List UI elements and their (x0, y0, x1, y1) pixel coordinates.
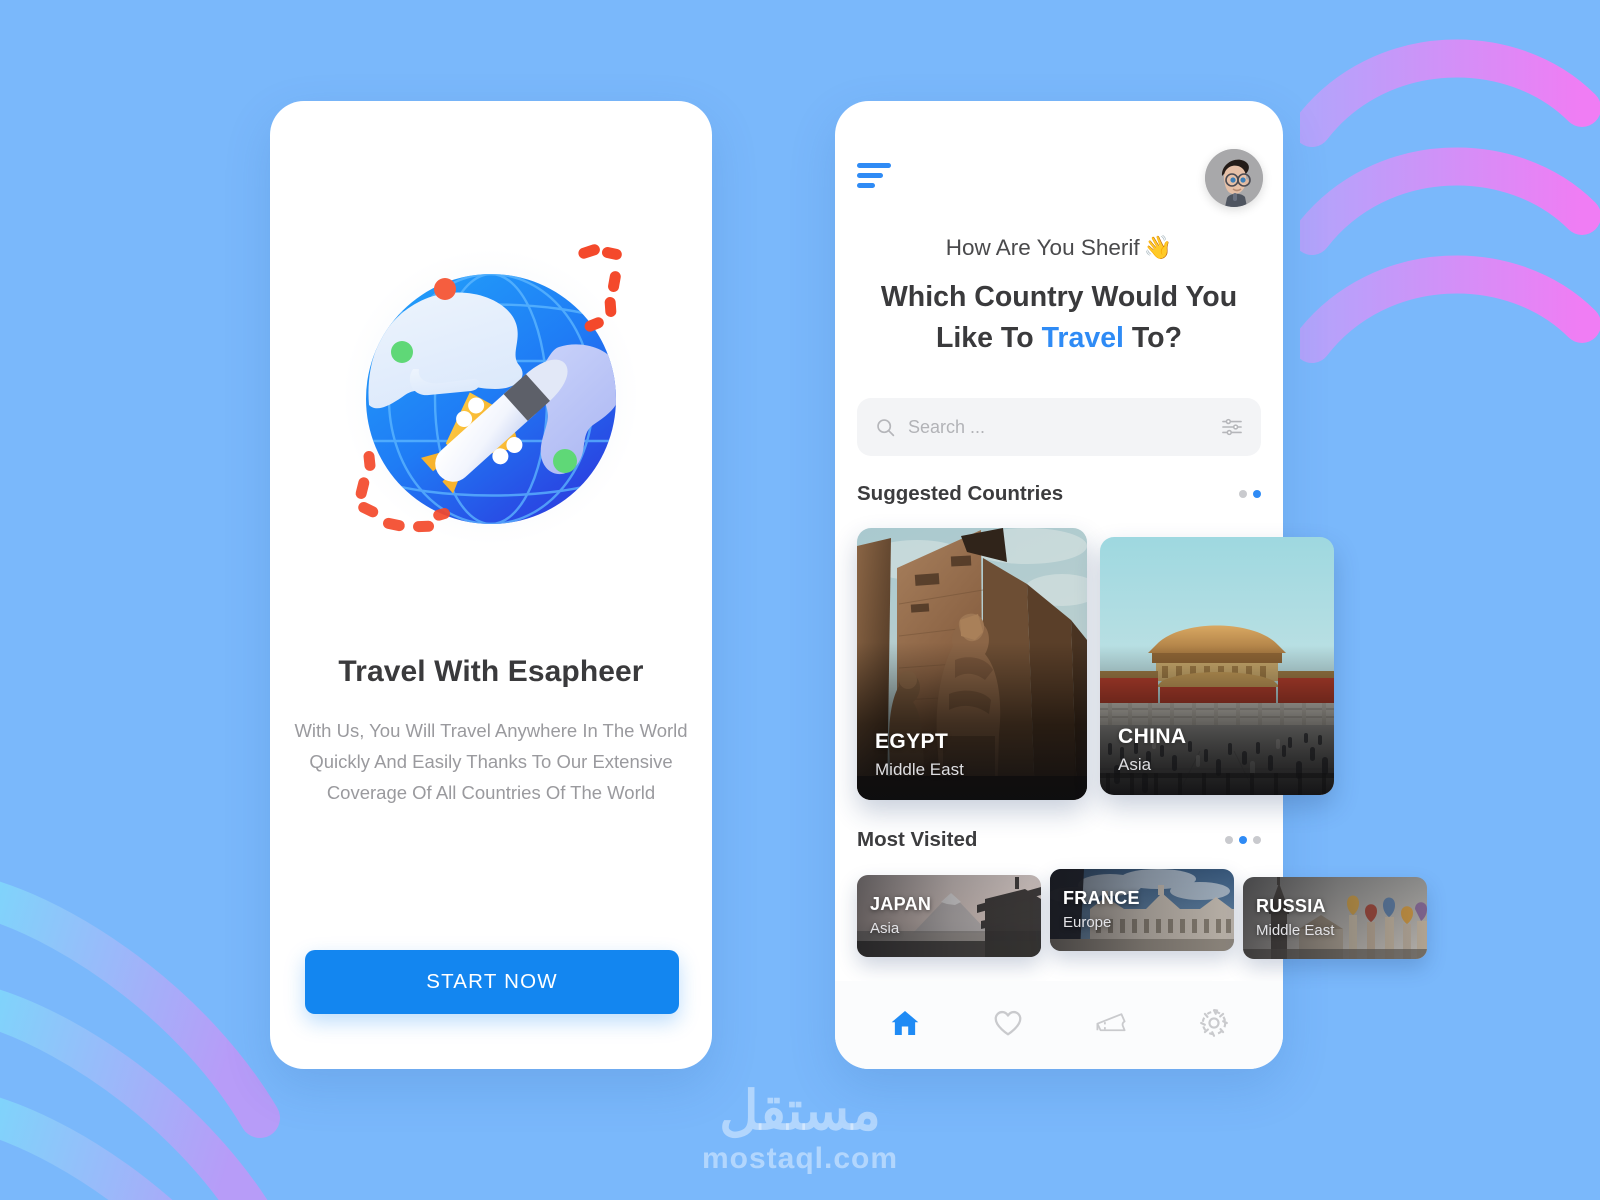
heart-icon (992, 1007, 1024, 1044)
globe-airplane-illustration (321, 229, 661, 559)
page-title-line1: Which Country Would You (880, 281, 1238, 313)
country-name: CHINA (1118, 725, 1187, 748)
country-name: RUSSIA (1256, 896, 1326, 916)
country-card-label: FRANCE Europe (1063, 888, 1140, 931)
page-title-suffix: To? (1123, 322, 1182, 354)
search-input[interactable] (908, 416, 1221, 438)
start-now-button[interactable]: START NOW (305, 950, 679, 1014)
hamburger-menu-icon[interactable] (857, 163, 891, 193)
search-icon (875, 417, 896, 438)
pager-dot-active[interactable] (1239, 836, 1247, 844)
country-name: JAPAN (870, 894, 932, 914)
country-card-egypt[interactable]: EGYPT Middle East (857, 528, 1087, 800)
country-name: FRANCE (1063, 888, 1140, 908)
search-bar[interactable] (857, 398, 1261, 456)
pager-dot-active[interactable] (1253, 490, 1261, 498)
suggested-countries-header: Suggested Countries (857, 482, 1261, 506)
watermark-latin: mostaql.com (701, 1142, 899, 1175)
country-region: Europe (1063, 914, 1112, 931)
country-card-japan[interactable]: JAPAN Asia (857, 875, 1041, 957)
waving-hand-icon: 👋 (1143, 234, 1173, 260)
country-card-russia[interactable]: RUSSIA Middle East (1243, 877, 1427, 959)
nav-item-favorites[interactable] (976, 997, 1040, 1053)
most-visited-header: Most Visited (857, 828, 1261, 852)
user-avatar[interactable] (1205, 149, 1263, 207)
wave-arcs-top-right (1300, 39, 1600, 363)
nav-item-settings[interactable] (1182, 997, 1246, 1053)
country-card-label: EGYPT Middle East (875, 730, 964, 780)
nav-item-tickets[interactable] (1079, 997, 1143, 1053)
gear-icon (1198, 1007, 1230, 1044)
onboarding-phone-mockup: Travel With Esapheer With Us, You Will T… (270, 101, 712, 1069)
most-visited-pager-dots[interactable] (1225, 836, 1261, 844)
country-card-china[interactable]: CHINA Asia (1100, 537, 1334, 795)
page-title-line2: Like To Travel To? (861, 318, 1257, 359)
page-title-prefix: Like To (935, 322, 1042, 354)
country-region: Asia (870, 920, 900, 937)
country-card-label: JAPAN Asia (870, 894, 931, 937)
watermark: مستقل mostaql.com (0, 1083, 1600, 1176)
page-title: Which Country Would You Like To Travel T… (861, 277, 1257, 359)
pager-dot[interactable] (1253, 836, 1261, 844)
nav-item-home[interactable] (873, 997, 937, 1053)
onboarding-description: With Us, You Will Travel Anywhere In The… (294, 720, 688, 803)
pager-dot[interactable] (1225, 836, 1233, 844)
app-header (857, 149, 1263, 211)
watermark-arabic: مستقل (719, 1081, 881, 1142)
home-icon (889, 1007, 921, 1044)
greeting-text: How Are You Sherif 👋 (835, 234, 1283, 261)
ticket-icon (1094, 1008, 1128, 1043)
country-name: EGYPT (875, 730, 949, 753)
country-card-label: CHINA Asia (1118, 725, 1187, 775)
background-decoration (0, 0, 1600, 1200)
suggested-countries-title: Suggested Countries (857, 482, 1064, 505)
onboarding-title: Travel With Esapheer (338, 655, 644, 688)
home-phone-mockup: How Are You Sherif 👋 Which Country Would … (835, 101, 1427, 1069)
greeting-label: How Are You Sherif (945, 235, 1140, 260)
pager-dot[interactable] (1239, 490, 1247, 498)
country-region: Asia (1118, 755, 1152, 774)
suggested-pager-dots[interactable] (1239, 490, 1261, 498)
bottom-navigation-bar (835, 981, 1283, 1069)
page-title-accent: Travel (1041, 322, 1124, 354)
country-card-france[interactable]: FRANCE Europe (1050, 869, 1234, 951)
country-region: Middle East (1256, 922, 1335, 939)
most-visited-title: Most Visited (857, 828, 978, 851)
country-region: Middle East (875, 760, 964, 779)
filter-sliders-icon[interactable] (1221, 417, 1243, 437)
country-card-label: RUSSIA Middle East (1256, 896, 1334, 939)
